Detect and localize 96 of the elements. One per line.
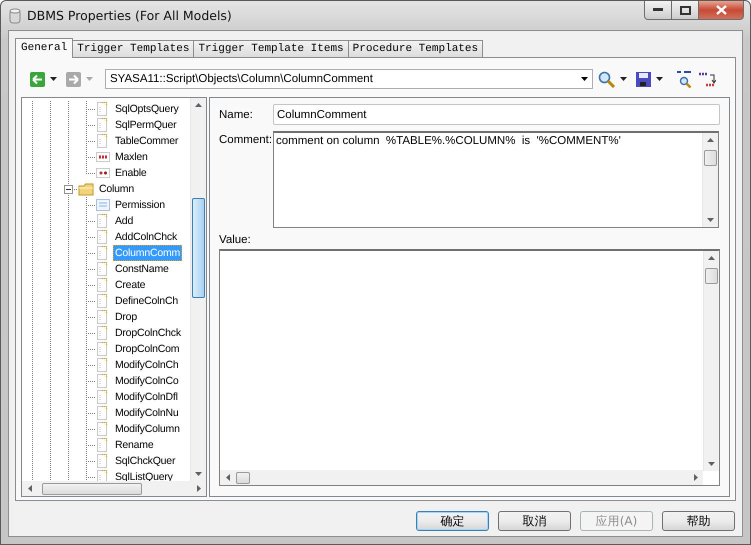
comment-field[interactable]: comment on column %TABLE%.%COLUMN% is '%COMMENT%' bbox=[273, 131, 719, 228]
scrollbar-thumb[interactable] bbox=[704, 150, 717, 166]
script-file-icon bbox=[96, 358, 110, 372]
script-file-icon bbox=[96, 374, 110, 388]
script-file-icon bbox=[96, 454, 110, 468]
script-file-icon bbox=[96, 422, 110, 436]
scroll-arrow-icon[interactable] bbox=[224, 473, 232, 482]
dialog-button[interactable]: 帮助 bbox=[662, 511, 735, 531]
maximize-button[interactable] bbox=[672, 1, 699, 20]
tree-item[interactable]: SqlPermQuer bbox=[113, 117, 178, 133]
horizontal-scrollbar[interactable] bbox=[220, 470, 703, 485]
name-field[interactable]: ColumnComment bbox=[273, 104, 720, 125]
script-file-icon bbox=[96, 230, 110, 244]
scroll-arrow-icon[interactable] bbox=[707, 254, 716, 263]
tree-item[interactable]: DefineColnCh bbox=[113, 293, 180, 309]
dialog-button[interactable]: 取消 bbox=[498, 511, 571, 531]
tab[interactable]: Trigger Template Items bbox=[193, 40, 349, 57]
value-field[interactable] bbox=[219, 249, 720, 486]
tree-item[interactable]: SqlListQuery bbox=[113, 469, 175, 485]
script-file-icon bbox=[96, 246, 110, 260]
number-file-icon bbox=[96, 150, 110, 164]
boolean-file-icon bbox=[96, 166, 110, 180]
scrollbar-thumb[interactable] bbox=[192, 198, 205, 298]
spell-check-icon[interactable] bbox=[676, 70, 693, 88]
replace-icon[interactable] bbox=[698, 70, 716, 88]
tree-item[interactable]: SqlChckQuer bbox=[113, 453, 178, 469]
script-file-icon bbox=[96, 118, 110, 132]
tree-item[interactable]: ModifyColnCh bbox=[113, 357, 181, 373]
script-file-icon bbox=[96, 406, 110, 420]
close-button[interactable] bbox=[699, 1, 744, 20]
minus-icon bbox=[66, 189, 71, 190]
scroll-arrow-icon[interactable] bbox=[706, 136, 715, 145]
script-file-icon bbox=[96, 390, 110, 404]
scroll-arrow-icon[interactable] bbox=[706, 215, 715, 224]
caret-icon[interactable] bbox=[656, 77, 663, 81]
tree-item[interactable]: Create bbox=[113, 277, 148, 293]
tree-item[interactable]: ModifyColnDfl bbox=[113, 389, 180, 405]
collapse-toggle[interactable] bbox=[64, 185, 73, 194]
scroll-arrow-icon[interactable] bbox=[194, 101, 203, 110]
tree-item[interactable]: DropColnCom bbox=[113, 341, 182, 357]
tree-item[interactable]: Permission bbox=[113, 197, 167, 213]
vertical-scrollbar[interactable] bbox=[703, 251, 719, 471]
comment-text: comment on column %TABLE%.%COLUMN% is '%COMMENT%' bbox=[276, 135, 621, 147]
script-file-icon bbox=[96, 438, 110, 452]
scroll-arrow-icon[interactable] bbox=[26, 484, 34, 493]
scrollbar-thumb[interactable] bbox=[705, 268, 718, 284]
vertical-scrollbar[interactable] bbox=[702, 133, 718, 227]
script-file-icon bbox=[96, 310, 110, 324]
script-file-icon bbox=[96, 102, 110, 116]
script-file-icon bbox=[96, 342, 110, 356]
tree-item[interactable]: Maxlen bbox=[113, 149, 150, 165]
tree-item[interactable]: Enable bbox=[113, 165, 148, 181]
script-file-icon bbox=[96, 262, 110, 276]
tree-item[interactable]: Rename bbox=[113, 437, 156, 453]
close-icon bbox=[716, 5, 726, 15]
tree-item[interactable]: ModifyColumn bbox=[113, 421, 182, 437]
tab[interactable]: General bbox=[15, 38, 74, 58]
tree-item[interactable]: AddColnChck bbox=[113, 229, 179, 245]
tree-item[interactable]: ConstName bbox=[113, 261, 171, 277]
tree-item[interactable]: SqlOptsQuery bbox=[113, 101, 181, 117]
maximize-icon bbox=[680, 6, 690, 14]
script-file-icon bbox=[96, 326, 110, 340]
caret-icon[interactable] bbox=[620, 77, 627, 81]
tree-item[interactable]: Drop bbox=[113, 309, 139, 325]
search-icon[interactable] bbox=[598, 70, 615, 88]
script-file-icon bbox=[96, 214, 110, 228]
horizontal-scrollbar[interactable] bbox=[22, 481, 206, 496]
scrollbar-thumb[interactable] bbox=[42, 482, 142, 494]
caret-icon bbox=[581, 77, 588, 81]
script-file-icon bbox=[96, 278, 110, 292]
tree-item[interactable]: Add bbox=[113, 213, 136, 229]
tree-item[interactable]: Column bbox=[97, 181, 136, 197]
database-icon bbox=[9, 8, 21, 24]
tab[interactable]: Procedure Templates bbox=[348, 40, 484, 57]
tree-item[interactable]: DropColnChck bbox=[113, 325, 183, 341]
tab[interactable]: Trigger Templates bbox=[72, 40, 194, 57]
minimize-icon bbox=[653, 8, 663, 12]
caret-icon[interactable] bbox=[50, 77, 57, 81]
tree-item[interactable]: ModifyColnNu bbox=[113, 405, 181, 421]
tree-item[interactable]: ModifyColnCo bbox=[113, 373, 181, 389]
vertical-scrollbar[interactable] bbox=[190, 98, 206, 481]
script-file-icon bbox=[96, 294, 110, 308]
field-label: Value: bbox=[219, 234, 252, 246]
folder-icon bbox=[78, 182, 94, 196]
scrollbar-thumb[interactable] bbox=[236, 472, 250, 484]
script-file-icon bbox=[96, 134, 110, 148]
caret-icon bbox=[86, 77, 93, 81]
path-dropdown[interactable]: SYASA11::Script\Objects\Column\ColumnComment bbox=[105, 69, 593, 89]
field-label: Comment: bbox=[219, 134, 273, 146]
back-arrow-icon[interactable] bbox=[30, 72, 45, 86]
window-title: DBMS Properties (For All Models) bbox=[27, 8, 232, 23]
tree-item[interactable]: TableCommer bbox=[113, 133, 180, 149]
list-file-icon bbox=[96, 198, 110, 212]
minimize-button[interactable] bbox=[644, 1, 672, 20]
dialog-button[interactable]: 确定 bbox=[416, 511, 489, 531]
field-label: Name: bbox=[219, 108, 254, 120]
